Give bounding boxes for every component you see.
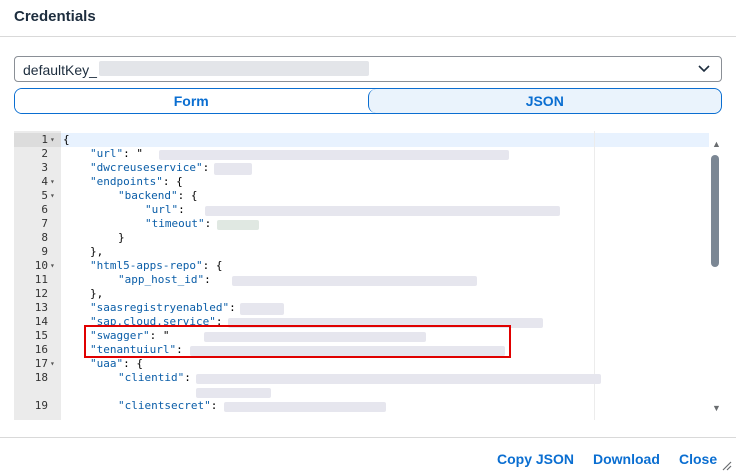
dialog-title: Credentials	[14, 8, 96, 25]
chevron-down-icon[interactable]	[697, 63, 711, 75]
scrollbar-thumb[interactable]	[711, 155, 719, 267]
tab-json[interactable]: JSON	[367, 89, 721, 113]
line-number: 16	[34, 343, 48, 356]
code-line: 18 "clientid":	[14, 371, 709, 399]
service-key-value: defaultKey_	[23, 62, 97, 78]
annotation-highlight-box	[84, 325, 511, 358]
code-line: 12 },	[14, 287, 709, 301]
line-number: 8	[41, 231, 48, 244]
line-number: 18	[34, 371, 48, 384]
line-number: 2	[41, 147, 48, 160]
json-key: "url"	[90, 147, 124, 160]
line-number: 5	[41, 189, 48, 202]
code-line: 3 "dwcreuseservice":	[14, 161, 709, 175]
code-line: 17 ▾ "uaa": {	[14, 357, 709, 371]
fold-toggle-icon[interactable]: ▾	[50, 259, 55, 273]
code-line: 19 "clientsecret":	[14, 399, 709, 413]
redacted-value	[205, 206, 560, 216]
line-number: 9	[41, 245, 48, 258]
scroll-down-arrow-icon[interactable]: ▼	[712, 403, 721, 413]
resize-grip-icon[interactable]	[720, 459, 732, 471]
json-separator: : {	[162, 175, 183, 188]
json-key: "backend"	[118, 189, 178, 202]
redacted-value	[159, 150, 509, 160]
tab-form[interactable]: Form	[15, 89, 368, 113]
json-code-editor[interactable]: 1 ▾ { 2 "url": " 3 "dwcreuseservice": 4 …	[14, 131, 723, 420]
fold-toggle-icon[interactable]: ▾	[50, 189, 55, 203]
json-key: "saasregistryenabled"	[90, 301, 230, 314]
json-key: "clientsecret"	[118, 399, 211, 412]
scroll-up-arrow-icon[interactable]: ▲	[712, 139, 721, 149]
code-text: },	[90, 287, 104, 300]
code-line: 2 "url": "	[14, 147, 709, 161]
code-line: 10 ▾ "html5-apps-repo": {	[14, 259, 709, 273]
json-separator: :	[204, 217, 218, 230]
redacted-value	[196, 374, 601, 384]
redacted-value	[232, 276, 477, 286]
json-separator: : {	[123, 357, 143, 370]
redacted-key-suffix	[99, 61, 369, 76]
copy-json-button[interactable]: Copy JSON	[497, 451, 574, 467]
redacted-value	[214, 163, 252, 175]
redacted-value	[224, 402, 386, 412]
code-line: 13 "saasregistryenabled":	[14, 301, 709, 315]
code-line: 5 ▾ "backend": {	[14, 189, 709, 203]
code-line: 11 "app_host_id":	[14, 273, 709, 287]
line-number: 10	[34, 259, 48, 272]
json-key: "clientid"	[118, 371, 185, 384]
fold-toggle-icon[interactable]: ▾	[50, 357, 55, 371]
code-line: 6 "url":	[14, 203, 709, 217]
line-number: 1	[41, 133, 48, 146]
editor-vertical-scrollbar[interactable]: ▲ ▼	[709, 131, 722, 420]
fold-toggle-icon[interactable]: ▾	[50, 175, 55, 189]
redacted-value	[240, 303, 284, 315]
line-number: 11	[34, 273, 48, 286]
json-separator: : "	[123, 147, 143, 160]
code-line: 4 ▾ "endpoints": {	[14, 175, 709, 189]
json-key: "url"	[145, 203, 179, 216]
code-line: 1 ▾ {	[14, 133, 709, 147]
json-key: "uaa"	[90, 357, 124, 370]
json-separator: : {	[177, 189, 198, 202]
line-number: 15	[34, 329, 48, 342]
json-separator: :	[210, 399, 224, 412]
line-number: 19	[34, 399, 48, 412]
dialog-footer: Copy JSON Download Close	[0, 437, 736, 475]
json-separator: :	[178, 203, 192, 216]
close-button[interactable]: Close	[679, 451, 717, 467]
line-number: 14	[34, 315, 48, 328]
json-key: "timeout"	[145, 217, 205, 230]
fold-toggle-icon[interactable]: ▾	[50, 133, 55, 147]
service-key-select[interactable]: defaultKey_	[14, 56, 722, 82]
download-button[interactable]: Download	[593, 451, 660, 467]
json-key: "dwcreuseservice"	[90, 161, 203, 174]
json-key: "endpoints"	[90, 175, 163, 188]
dialog-header: Credentials	[0, 0, 736, 37]
json-key: "html5-apps-repo"	[90, 259, 203, 272]
line-number: 12	[34, 287, 48, 300]
redacted-value	[217, 220, 259, 230]
line-number: 17	[34, 357, 48, 370]
code-line: 7 "timeout":	[14, 217, 709, 231]
redacted-value	[196, 388, 271, 398]
line-number: 13	[34, 301, 48, 314]
line-number: 7	[41, 217, 48, 230]
code-text: },	[90, 245, 104, 258]
json-separator: : {	[202, 259, 223, 272]
code-text: }	[118, 231, 125, 244]
code-line: 9 },	[14, 245, 709, 259]
json-separator: :	[204, 273, 218, 286]
json-key: "app_host_id"	[118, 273, 205, 286]
view-mode-toggle: Form JSON	[14, 88, 722, 114]
line-number: 6	[41, 203, 48, 216]
line-number: 3	[41, 161, 48, 174]
credentials-dialog: Credentials defaultKey_ Form JSON 1 ▾ { …	[0, 0, 736, 475]
line-number: 4	[41, 175, 48, 188]
code-line: 8 }	[14, 231, 709, 245]
code-text: {	[63, 133, 70, 146]
